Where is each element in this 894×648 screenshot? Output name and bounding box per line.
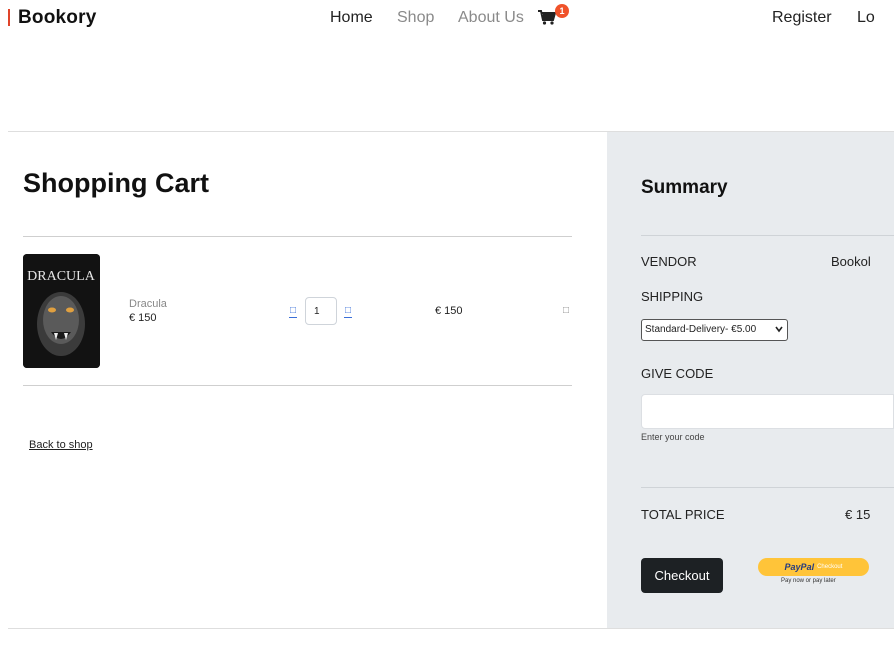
book-cover-image: DRACULA <box>23 254 100 368</box>
item-name[interactable]: Dracula <box>129 298 167 310</box>
page-title: Shopping Cart <box>23 168 209 198</box>
cart-divider-bottom <box>23 385 572 386</box>
book-cover-title: DRACULA <box>27 269 96 284</box>
nav-register[interactable]: Register <box>772 9 832 27</box>
item-total: € 150 <box>435 305 463 317</box>
cart-count-badge: 1 <box>555 4 569 18</box>
paypal-checkout-button[interactable]: PayPal Checkout <box>758 558 869 576</box>
paypal-logo-text: PayPal <box>784 562 815 572</box>
total-price-value: € 15 <box>845 507 871 522</box>
shipping-label: SHIPPING <box>641 289 704 304</box>
vendor-value: Bookol <box>831 254 871 269</box>
quantity-input[interactable]: 1 <box>305 297 337 325</box>
paypal-checkout-text: Checkout <box>817 564 843 570</box>
remove-item-button[interactable]: □ <box>563 305 569 316</box>
vendor-label: VENDOR <box>641 254 697 269</box>
decrease-quantity-button[interactable]: □ <box>288 305 298 316</box>
section-divider-bottom <box>8 628 894 629</box>
item-price: € 150 <box>129 312 157 324</box>
brand-logo[interactable]: Bookory <box>18 7 96 29</box>
shopping-cart-icon[interactable] <box>538 10 556 25</box>
shipping-selected-value: Standard-Delivery- €5.00 <box>645 324 757 335</box>
cart-divider <box>23 236 572 237</box>
promo-code-help: Enter your code <box>641 432 705 442</box>
paypal-tagline: Pay now or pay later <box>781 578 836 584</box>
nav-shop[interactable]: Shop <box>397 9 434 27</box>
chevron-down-icon <box>775 326 783 333</box>
increase-underline <box>344 317 352 318</box>
back-to-shop-link[interactable]: Back to shop <box>29 439 93 451</box>
checkout-button[interactable]: Checkout <box>641 558 723 593</box>
summary-title: Summary <box>641 177 728 198</box>
summary-divider-total <box>641 487 894 488</box>
decrease-underline <box>289 317 297 318</box>
total-price-label: TOTAL PRICE <box>641 507 725 522</box>
promo-code-input[interactable] <box>641 394 894 429</box>
nav-login[interactable]: Lo <box>857 9 875 27</box>
increase-quantity-button[interactable]: □ <box>343 305 353 316</box>
nav-about-us[interactable]: About Us <box>458 9 524 27</box>
nav-home[interactable]: Home <box>330 9 373 27</box>
brand-accent-bar <box>8 9 10 26</box>
give-code-label: GIVE CODE <box>641 366 714 381</box>
shipping-select[interactable]: Standard-Delivery- €5.00 <box>641 319 788 341</box>
summary-divider <box>641 235 894 236</box>
